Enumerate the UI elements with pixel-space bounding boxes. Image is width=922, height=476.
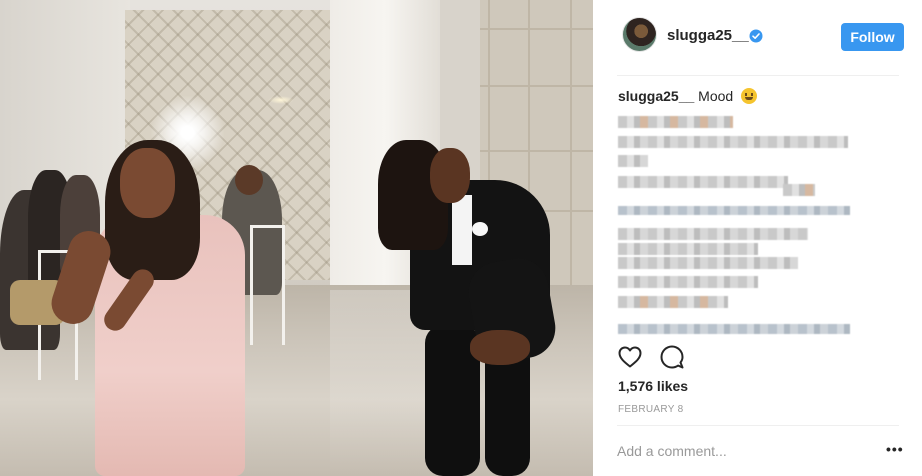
dancing-man-hands xyxy=(470,330,530,365)
caption-text: Mood xyxy=(698,88,734,104)
username[interactable]: slugga25__ xyxy=(667,27,749,44)
wall-lamp xyxy=(268,96,294,104)
comment-button[interactable] xyxy=(659,344,685,370)
avatar[interactable] xyxy=(622,17,657,52)
obscured-comment xyxy=(618,276,758,288)
follow-button[interactable]: Follow xyxy=(841,23,904,51)
dancing-woman-face xyxy=(120,148,175,218)
obscured-comment xyxy=(618,324,850,334)
speech-bubble-icon xyxy=(660,345,684,369)
obscured-comment xyxy=(618,176,788,188)
caption-username[interactable]: slugga25__ xyxy=(618,88,694,104)
chiavari-chair xyxy=(250,225,285,345)
likes-count[interactable]: 1,576 likes xyxy=(618,378,688,394)
post-side-panel: slugga25__ Follow slugga25__ Mood 1,576 … xyxy=(593,0,922,476)
header-divider xyxy=(617,75,899,76)
comment-divider xyxy=(617,425,899,426)
post-photo[interactable] xyxy=(0,0,593,476)
dancing-man-face xyxy=(430,148,470,203)
caption: slugga25__ Mood xyxy=(618,88,758,104)
obscured-comment xyxy=(618,136,848,148)
post-date[interactable]: FEBRUARY 8 xyxy=(618,404,683,415)
heart-icon xyxy=(618,346,642,368)
obscured-comment xyxy=(618,228,808,240)
obscured-comment xyxy=(618,243,758,255)
obscured-comment xyxy=(618,155,648,167)
obscured-comment xyxy=(618,257,798,269)
guest-head xyxy=(235,165,263,195)
comment-input[interactable] xyxy=(617,441,867,461)
more-options-button[interactable]: ••• xyxy=(886,441,904,457)
obscured-comment xyxy=(783,184,815,196)
action-bar xyxy=(617,344,685,370)
obscured-comment xyxy=(618,296,728,308)
obscured-comment xyxy=(618,206,850,215)
verified-badge-icon xyxy=(749,29,763,43)
post-header: slugga25__ Follow xyxy=(593,0,922,76)
like-button[interactable] xyxy=(617,344,643,370)
boutonniere xyxy=(472,222,488,236)
dancing-man-shirt xyxy=(452,195,472,265)
obscured-comment xyxy=(618,116,733,128)
smiling-face-emoji-icon xyxy=(741,88,758,104)
